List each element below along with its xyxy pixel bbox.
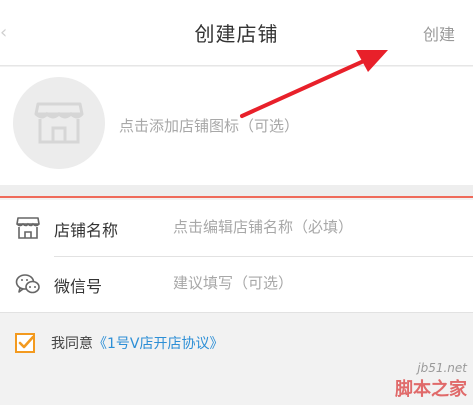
create-button[interactable]: 创建 [423,21,455,45]
wechat-icon [15,274,40,294]
top-bar: ‹ 创建店铺 创建 [0,0,473,66]
wechat-row: 微信号 [0,256,473,312]
site-watermark: jb51.net 脚本之家 [395,361,467,401]
wechat-input[interactable] [173,270,453,296]
agree-checkbox[interactable] [15,333,35,353]
shop-name-row: 店铺名称 [0,200,473,257]
watermark-name: 脚本之家 [395,379,467,400]
section-separator [0,185,473,198]
shop-logo-section: 点击添加店铺图标（可选） [0,67,473,185]
shop-logo-picker[interactable] [13,77,105,169]
storefront-icon [34,102,84,144]
logo-hint-text[interactable]: 点击添加店铺图标（可选） [119,115,299,136]
wechat-label: 微信号 [54,277,103,296]
store-icon [16,217,40,239]
watermark-url: jb51.net [417,361,467,375]
shop-name-input[interactable] [173,214,453,240]
checkmark-icon [18,335,34,349]
shop-name-label: 店铺名称 [54,221,119,240]
agreement-link[interactable]: 《1号V店开店协议》 [93,336,223,352]
shop-form: 店铺名称 微信号 [0,200,473,312]
agreement-text: 我同意《1号V店开店协议》 [51,333,223,353]
page-title: 创建店铺 [194,22,279,46]
agreement-prefix: 我同意 [51,336,93,352]
